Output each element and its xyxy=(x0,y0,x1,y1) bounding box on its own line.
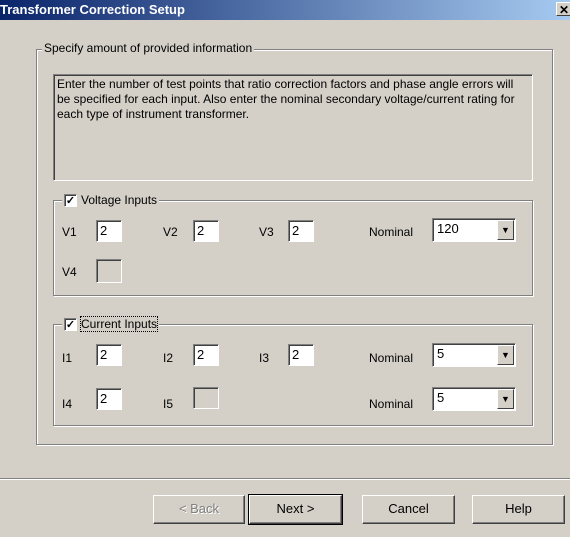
voltage-legend-container: ✓ Voltage Inputs xyxy=(62,193,160,207)
voltage-nominal-value: 120 xyxy=(437,221,459,236)
current-checkbox[interactable]: ✓ xyxy=(64,317,77,331)
voltage-nominal-label: Nominal xyxy=(369,225,414,239)
v2-field[interactable]: 2 xyxy=(193,220,219,242)
i4-field[interactable]: 2 xyxy=(96,388,122,410)
footer-separator xyxy=(0,478,570,480)
next-button[interactable]: Next > xyxy=(248,494,343,525)
i4-label: I4 xyxy=(62,397,73,411)
i2-field[interactable]: 2 xyxy=(193,344,219,366)
voltage-nominal-select[interactable]: 120 ▼ xyxy=(432,218,516,242)
v3-label: V3 xyxy=(259,225,274,239)
back-button[interactable]: < Back xyxy=(153,495,245,524)
current-nominal2-value: 5 xyxy=(437,390,445,405)
voltage-inputs-label: Voltage Inputs xyxy=(81,193,158,207)
current-nominal1-label: Nominal xyxy=(369,351,414,365)
i5-field xyxy=(193,387,219,409)
voltage-groupbox xyxy=(53,200,533,296)
v4-field xyxy=(96,259,122,283)
current-nominal2-select[interactable]: 5 ▼ xyxy=(432,387,516,411)
current-nominal2-label: Nominal xyxy=(369,397,414,411)
v2-label: V2 xyxy=(163,225,178,239)
window-title: Transformer Correction Setup xyxy=(0,2,185,17)
v1-field[interactable]: 2 xyxy=(96,220,122,242)
i5-label: I5 xyxy=(163,397,174,411)
i3-label: I3 xyxy=(259,351,270,365)
chevron-down-icon[interactable]: ▼ xyxy=(497,389,514,409)
i1-field[interactable]: 2 xyxy=(96,344,122,366)
i1-label: I1 xyxy=(62,351,73,365)
i2-label: I2 xyxy=(163,351,174,365)
i3-field[interactable]: 2 xyxy=(288,344,314,366)
current-legend-container: ✓ Current Inputs xyxy=(62,316,160,332)
current-nominal1-value: 5 xyxy=(437,346,445,361)
help-button[interactable]: Help xyxy=(472,495,565,524)
main-group-legend: Specify amount of provided information xyxy=(42,41,255,55)
voltage-checkbox[interactable]: ✓ xyxy=(64,193,77,207)
v1-label: V1 xyxy=(62,225,77,239)
close-icon[interactable]: ✕ xyxy=(556,2,570,17)
v4-label: V4 xyxy=(62,265,77,279)
cancel-button[interactable]: Cancel xyxy=(362,495,455,524)
current-nominal1-select[interactable]: 5 ▼ xyxy=(432,343,516,367)
chevron-down-icon[interactable]: ▼ xyxy=(497,220,514,240)
v3-field[interactable]: 2 xyxy=(288,220,314,242)
chevron-down-icon[interactable]: ▼ xyxy=(497,345,514,365)
current-inputs-label: Current Inputs xyxy=(79,316,159,332)
info-text-box: Enter the number of test points that rat… xyxy=(53,74,533,181)
